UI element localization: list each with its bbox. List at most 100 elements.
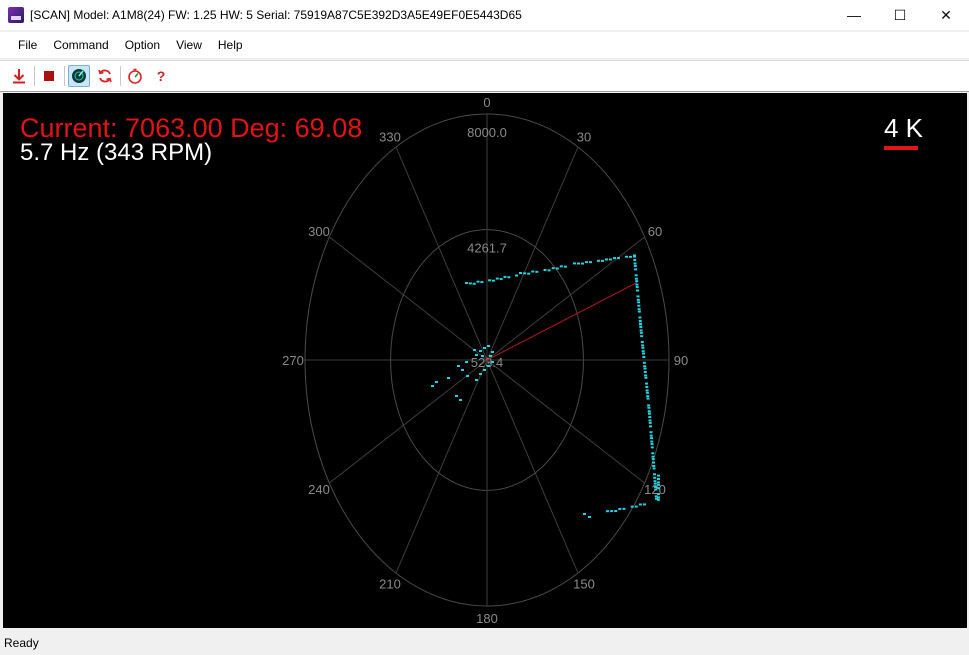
scan-point — [476, 280, 480, 283]
scan-point — [457, 365, 460, 367]
scan-point — [648, 421, 652, 424]
scan-point — [651, 458, 655, 461]
scan-point — [466, 375, 469, 377]
scan-point — [637, 304, 641, 307]
scan-point — [547, 269, 551, 272]
maximize-button[interactable]: ☐ — [877, 0, 923, 30]
scan-point — [645, 386, 649, 388]
scan-point — [634, 277, 638, 280]
scan-point — [435, 381, 438, 383]
scan-point — [653, 480, 657, 483]
scan-point — [657, 478, 660, 480]
window-title: [SCAN] Model: A1M8(24) FW: 1.25 HW: 5 Se… — [30, 8, 522, 22]
menu-command[interactable]: Command — [45, 32, 116, 58]
scan-point — [563, 265, 567, 268]
scan-point — [637, 310, 641, 313]
scan-point — [638, 503, 642, 506]
scan-point — [636, 298, 640, 301]
scan-point — [647, 404, 651, 407]
scan-point — [650, 437, 653, 440]
angle-label: 30 — [577, 130, 591, 145]
scan-point — [605, 258, 608, 261]
scan-point — [543, 269, 547, 271]
scan-point — [640, 335, 644, 338]
angle-label: 150 — [573, 576, 595, 591]
ring-distance-label: 523.4 — [471, 355, 504, 370]
scan-point — [654, 486, 657, 489]
scan-point — [637, 308, 641, 311]
scan-point — [614, 510, 618, 513]
scan-point — [636, 289, 639, 292]
scan-point — [499, 277, 503, 280]
scan-point — [606, 510, 609, 513]
scan-point — [653, 482, 657, 485]
close-button[interactable]: ✕ — [923, 0, 969, 30]
scan-point — [609, 258, 612, 261]
scan-point — [643, 503, 646, 506]
scan-point — [646, 395, 650, 398]
scan-point — [507, 276, 511, 279]
help-icon: ? — [156, 68, 166, 84]
scan-point — [652, 465, 656, 468]
scan-point — [483, 369, 486, 371]
scan-point — [653, 473, 656, 476]
refresh-button[interactable] — [94, 65, 116, 87]
scan-point — [630, 505, 634, 508]
toolbar-separator — [120, 66, 121, 86]
scan-point — [622, 507, 626, 510]
scan-point — [447, 377, 450, 379]
scan-point — [639, 331, 643, 334]
scan-point — [651, 452, 655, 455]
angle-label: 300 — [308, 224, 330, 239]
ring-distance-label: 8000.0 — [467, 125, 507, 140]
scan-point — [657, 498, 660, 501]
scan-point — [503, 275, 507, 278]
scan-point — [652, 467, 656, 470]
scan-point — [618, 507, 622, 510]
polar-plot: 03060901201501802102402703003308000.0426… — [282, 95, 688, 626]
scan-point — [637, 301, 641, 304]
scan-point — [491, 361, 494, 363]
menu-view[interactable]: View — [168, 32, 210, 58]
menu-help[interactable]: Help — [210, 32, 251, 58]
menu-option[interactable]: Option — [117, 32, 168, 58]
scan-point — [431, 385, 434, 387]
toolbar-separator — [64, 66, 65, 86]
scan-point — [636, 295, 640, 298]
scan-point — [487, 345, 490, 347]
scan-point — [651, 455, 655, 458]
angle-label: 210 — [379, 576, 401, 591]
stop-button[interactable] — [38, 65, 60, 87]
scan-point — [475, 379, 478, 381]
help-button[interactable]: ? — [150, 65, 172, 87]
scan-point — [465, 361, 468, 363]
scale-bar — [884, 146, 918, 150]
scan-point — [491, 279, 495, 282]
scan-point — [650, 446, 654, 449]
scan-point — [633, 264, 637, 267]
scan-point — [653, 476, 657, 479]
menu-file[interactable]: File — [10, 32, 45, 58]
scan-button[interactable] — [68, 65, 90, 87]
scan-point — [635, 283, 639, 286]
scan-point — [601, 259, 604, 262]
scan-point — [639, 329, 643, 332]
scan-point — [461, 369, 464, 371]
scan-view[interactable]: 03060901201501802102402703003308000.0426… — [3, 93, 967, 628]
scan-point — [657, 483, 660, 486]
minimize-button[interactable]: — — [831, 0, 877, 30]
scan-point — [633, 255, 636, 258]
scan-point — [473, 349, 476, 351]
scan-point — [581, 262, 584, 265]
scan-point — [642, 361, 646, 364]
scan-point — [641, 350, 645, 353]
scan-point — [635, 280, 639, 283]
scale-label[interactable]: 4 K — [884, 113, 923, 143]
scan-point — [638, 319, 642, 322]
download-button[interactable] — [8, 65, 30, 87]
scan-point — [455, 395, 458, 397]
scan-point — [559, 265, 563, 268]
toolbar: ? — [0, 60, 969, 92]
app-icon — [8, 7, 24, 23]
timer-button[interactable] — [124, 65, 146, 87]
